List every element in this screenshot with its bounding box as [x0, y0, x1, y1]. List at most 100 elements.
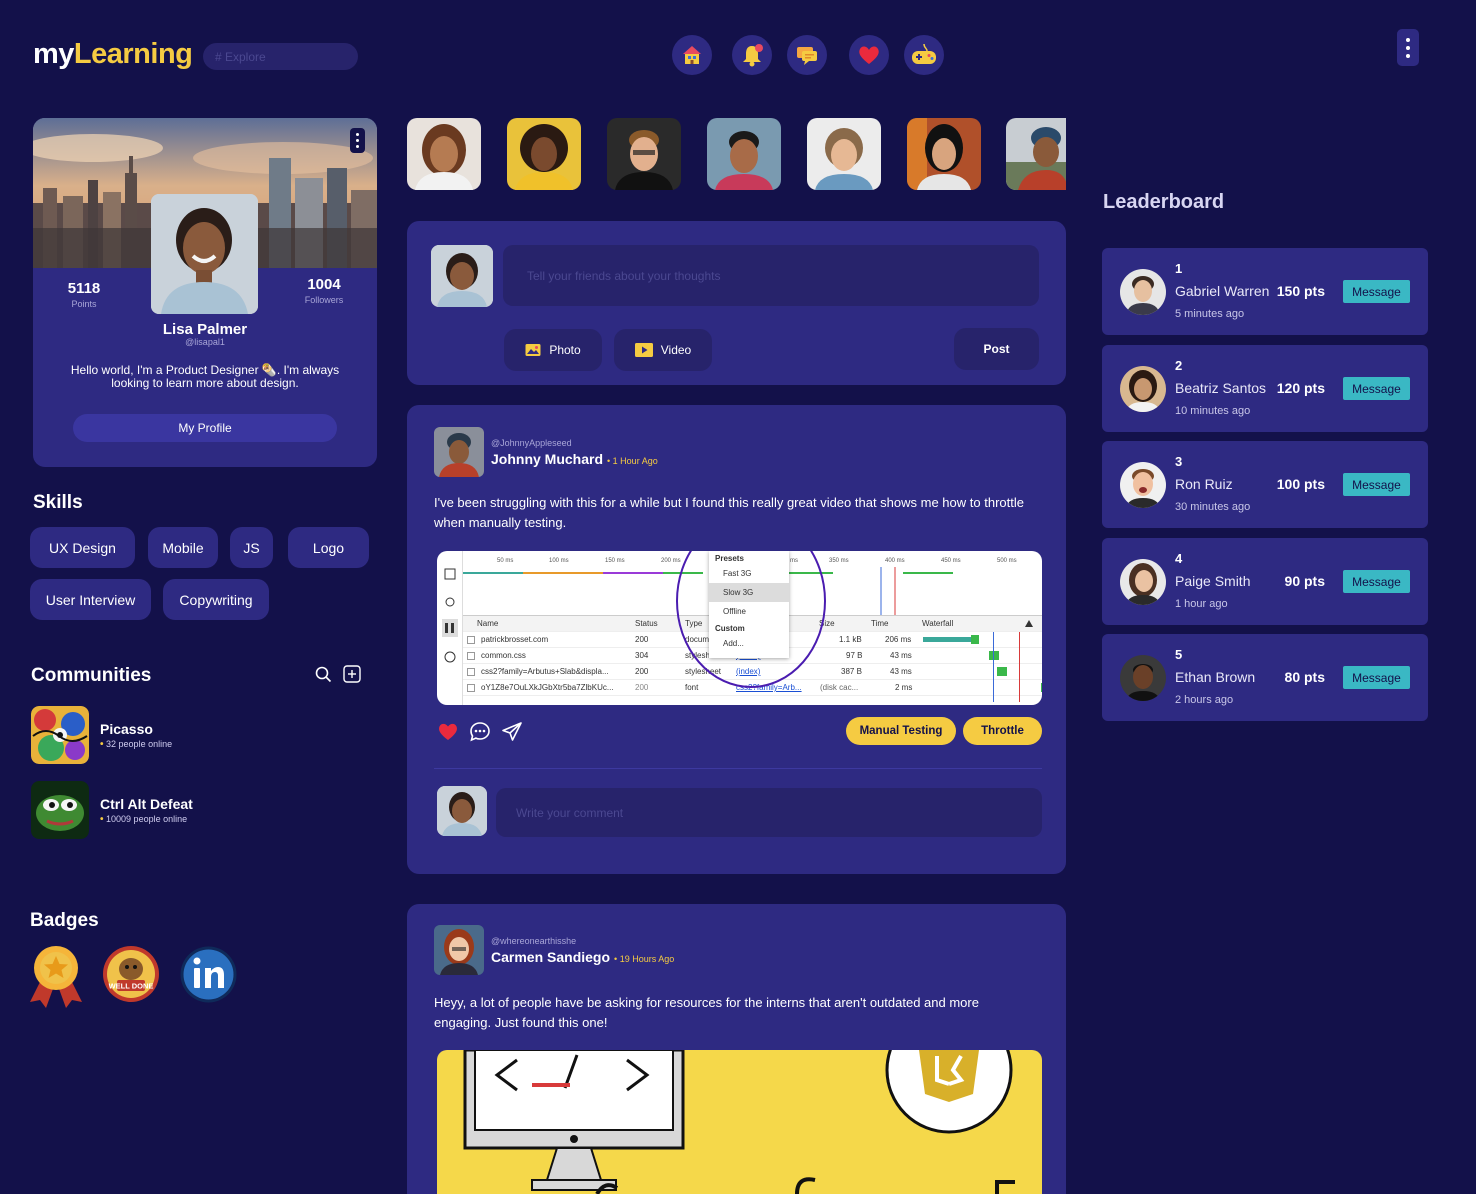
post-button[interactable]: Post [954, 328, 1039, 370]
tag-manual-testing[interactable]: Manual Testing [846, 717, 956, 745]
devtools-screenshot: 50 ms 100 ms 150 ms 200 ms ms 350 ms 400… [437, 551, 1042, 705]
my-profile-button[interactable]: My Profile [73, 414, 337, 442]
leaderboard-name: Paige Smith [1175, 573, 1251, 589]
leaderboard-entry: 2 Beatriz Santos 120 pts 10 minutes ago … [1102, 345, 1428, 432]
more-options-button[interactable] [1397, 29, 1419, 66]
col-status: Status [635, 619, 658, 628]
row-size: 1.1 kB [839, 635, 862, 644]
video-label: Video [660, 343, 692, 357]
row-name: common.css [481, 651, 526, 660]
leaderboard-name: Gabriel Warren [1175, 283, 1270, 299]
search-icon[interactable] [315, 666, 332, 683]
well-done-badge-icon: WELL DONE [103, 946, 159, 1002]
leaderboard-time: 10 minutes ago [1175, 405, 1251, 417]
thoughts-input[interactable] [503, 245, 1039, 306]
post-author-handle: @whereonearthisshe [491, 935, 577, 946]
leaderboard-entry: 5 Ethan Brown 80 pts 2 hours ago Message [1102, 634, 1428, 721]
leaderboard-avatar[interactable] [1120, 366, 1166, 412]
author-name-text: Carmen Sandiego [491, 948, 611, 965]
community-ctrl-alt-defeat[interactable]: Ctrl Alt Defeat • 10009 people online [31, 781, 193, 839]
chat-icon [797, 47, 817, 65]
post-media-image[interactable] [437, 1050, 1042, 1194]
story-7[interactable] [1006, 118, 1066, 190]
post-card: @JohnnyAppleseed Johnny Muchard • 1 Hour … [407, 405, 1066, 874]
leaderboard-name: Beatriz Santos [1175, 380, 1267, 396]
post-author-avatar[interactable] [434, 925, 484, 975]
leaderboard-name: Ron Ruiz [1175, 476, 1233, 492]
row-name: patrickbrosset.com [481, 635, 549, 644]
like-icon[interactable] [437, 721, 459, 741]
post-author-avatar[interactable] [434, 427, 484, 477]
share-icon[interactable] [501, 721, 523, 742]
photo-button[interactable]: Photo [504, 329, 602, 371]
skill-logo[interactable]: Logo [288, 527, 369, 568]
story-6[interactable] [907, 118, 981, 190]
tag-throttle[interactable]: Throttle [963, 717, 1042, 745]
story-avatar [507, 118, 581, 190]
profile-handle: @lisapal1 [185, 337, 225, 347]
post-author-name[interactable]: Johnny Muchard • 1 Hour Ago [491, 451, 658, 467]
linkedin-badge-icon [180, 946, 237, 1003]
profile-avatar [151, 194, 258, 314]
notifications-button[interactable] [732, 35, 772, 75]
story-4[interactable] [707, 118, 781, 190]
app-logo[interactable]: myLearning [33, 38, 193, 71]
home-button[interactable] [672, 35, 712, 75]
add-community-icon[interactable] [343, 665, 361, 683]
comment-icon[interactable] [469, 721, 491, 742]
leaderboard-rank: 3 [1175, 454, 1183, 469]
message-button[interactable]: Message [1343, 280, 1410, 303]
row-name: oY1Z8e7OuLXkJGbXtr5ba7ZlbKUc... [481, 683, 614, 692]
message-button[interactable]: Message [1343, 377, 1410, 400]
skill-user-interview[interactable]: User Interview [30, 579, 151, 620]
leaderboard-avatar[interactable] [1120, 269, 1166, 315]
col-waterfall: Waterfall [922, 619, 954, 628]
comment-avatar [437, 786, 487, 836]
post-time-text: 1 Hour Ago [612, 455, 658, 466]
points-value: 5118 [67, 280, 101, 297]
post-divider [434, 768, 1042, 769]
leaderboard-avatar[interactable] [1120, 462, 1166, 508]
skill-copywriting[interactable]: Copywriting [163, 579, 269, 620]
leaderboard-avatar[interactable] [1120, 655, 1166, 701]
row-status: 304 [635, 651, 649, 660]
messages-button[interactable] [787, 35, 827, 75]
leaderboard-time: 5 minutes ago [1175, 308, 1245, 320]
composer-avatar [431, 245, 493, 307]
row-time: 43 ms [890, 667, 912, 676]
row-size: 97 B [846, 651, 863, 660]
logo-learning: Learning [73, 38, 193, 70]
story-avatar [807, 118, 881, 190]
profile-bio: Hello world, I'm a Product Designer 🌯. I… [70, 363, 340, 390]
story-avatar [607, 118, 681, 190]
comment-input[interactable] [496, 788, 1042, 837]
photo-icon [525, 344, 541, 356]
message-button[interactable]: Message [1343, 570, 1410, 593]
points-label: Points [71, 299, 97, 309]
story-1[interactable] [407, 118, 481, 190]
leaderboard-time: 2 hours ago [1175, 694, 1234, 706]
profile-options-button[interactable] [350, 128, 365, 153]
sort-asc-icon[interactable] [1025, 620, 1033, 627]
post-author-name[interactable]: Carmen Sandiego • 19 Hours Ago [491, 949, 674, 965]
leaderboard-points: 120 pts [1276, 380, 1325, 396]
post-composer: Photo Video Post [407, 221, 1066, 385]
explore-search-input[interactable] [203, 43, 358, 70]
photo-label: Photo [549, 343, 581, 357]
message-button[interactable]: Message [1343, 473, 1410, 496]
story-2[interactable] [507, 118, 581, 190]
leaderboard-name: Ethan Brown [1175, 669, 1256, 685]
story-5[interactable] [807, 118, 881, 190]
message-button[interactable]: Message [1343, 666, 1410, 689]
skill-ux-design[interactable]: UX Design [30, 527, 135, 568]
story-3[interactable] [607, 118, 681, 190]
skill-js[interactable]: JS [230, 527, 273, 568]
community-picasso[interactable]: Picasso • 32 people online [31, 706, 172, 764]
video-button[interactable]: Video [614, 329, 712, 371]
favorites-button[interactable] [849, 35, 889, 75]
profile-card: 5118 Points 1004 Followers Lisa Palmer @… [33, 118, 377, 467]
games-button[interactable] [904, 35, 944, 75]
followers-label: Followers [304, 295, 344, 305]
leaderboard-avatar[interactable] [1120, 559, 1166, 605]
skill-mobile[interactable]: Mobile [148, 527, 218, 568]
